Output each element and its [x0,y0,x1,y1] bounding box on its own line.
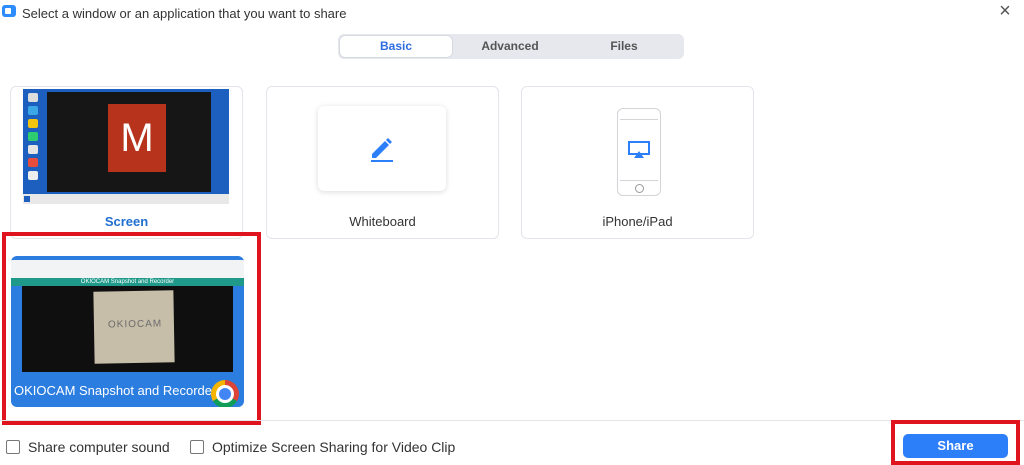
whiteboard-label: Whiteboard [349,214,416,229]
whiteboard-option[interactable]: Whiteboard [266,86,499,239]
window-title: Select a window or an application that y… [22,6,347,21]
participant-tile: M [108,104,166,172]
airplay-icon [628,141,650,158]
highlight-box-window [2,232,261,425]
screen-thumbnail: M [23,89,229,204]
taskbar-preview [23,194,229,204]
screen-label: Screen [104,214,149,229]
desktop-icons [26,93,40,193]
iphone-ipad-option[interactable]: iPhone/iPad [521,86,754,239]
footer-divider [0,420,1024,421]
pencil-icon [371,138,393,162]
optimize-video-label: Optimize Screen Sharing for Video Clip [212,439,456,455]
phone-illustration [617,108,661,196]
title-bar: Select a window or an application that y… [0,0,1024,30]
tab-basic[interactable]: Basic [340,36,452,57]
close-icon[interactable]: × [996,1,1014,21]
share-sound-checkbox[interactable] [6,440,20,454]
tab-files[interactable]: Files [568,36,680,57]
optimize-video-checkbox[interactable] [190,440,204,454]
meeting-window-preview: M [47,92,211,192]
share-sound-label: Share computer sound [28,439,170,455]
screen-option[interactable]: M Screen [10,86,243,239]
share-tabs: Basic Advanced Files [338,34,684,59]
zoom-logo-icon [2,5,16,17]
iphone-ipad-label: iPhone/iPad [602,214,673,229]
tab-advanced[interactable]: Advanced [454,36,566,57]
highlight-box-share [891,420,1020,465]
whiteboard-tile [318,106,446,191]
